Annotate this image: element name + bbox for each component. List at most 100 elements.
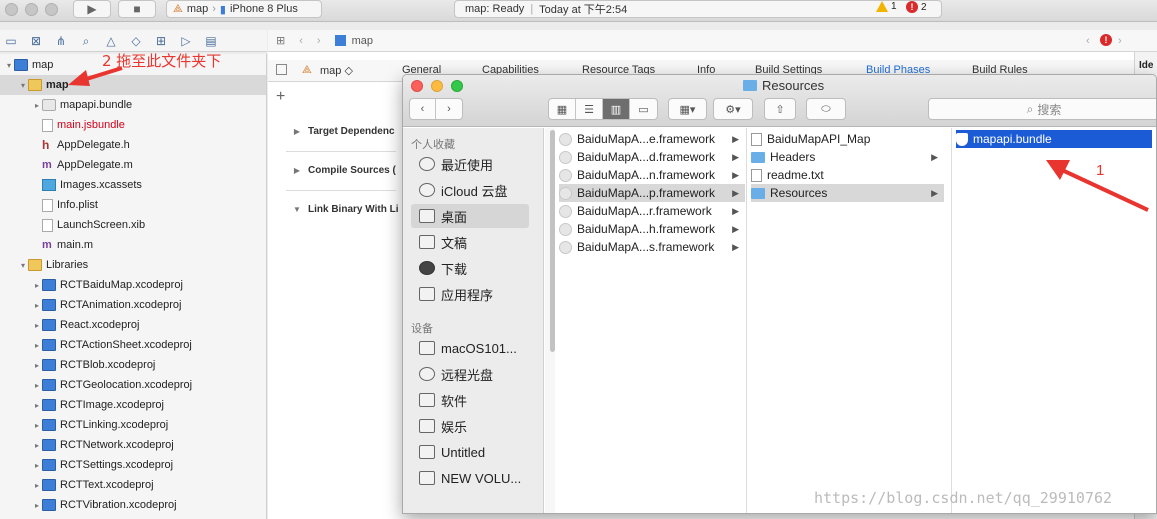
- finder-close-button[interactable]: [411, 80, 423, 92]
- navigator-item[interactable]: ▾ Libraries: [0, 255, 266, 275]
- navigator-item[interactable]: m main.m: [0, 235, 266, 255]
- navigator-item[interactable]: ▸ mapapi.bundle: [0, 95, 266, 115]
- finder-column-item[interactable]: BaiduMapA...r.framework ▶: [559, 202, 745, 220]
- disclosure-icon[interactable]: ▸: [32, 441, 42, 450]
- action-button[interactable]: ⚙▾: [713, 98, 753, 120]
- scheme-selector[interactable]: ⟁ map › ▮ iPhone 8 Plus: [166, 0, 322, 18]
- disclosure-icon[interactable]: ▸: [32, 401, 42, 410]
- disclosure-icon[interactable]: ▸: [32, 501, 42, 510]
- navigator-item[interactable]: ▸ RCTActionSheet.xcodeproj: [0, 335, 266, 355]
- navigator-item[interactable]: ▸ RCTVibration.xcodeproj: [0, 495, 266, 515]
- navigator-item[interactable]: ▸ RCTBlob.xcodeproj: [0, 355, 266, 375]
- column-view-button[interactable]: ▥: [603, 99, 630, 119]
- disclosure-icon[interactable]: ▾: [4, 61, 14, 70]
- folder-icon[interactable]: ▭: [4, 34, 18, 48]
- navigator-item[interactable]: ▸ RCTNetwork.xcodeproj: [0, 435, 266, 455]
- source-control-icon[interactable]: ⊠: [29, 34, 43, 48]
- issue-icon[interactable]: △: [104, 34, 118, 48]
- finder-zoom-button[interactable]: [451, 80, 463, 92]
- sidebar-item-device[interactable]: 软件: [411, 388, 529, 412]
- target-selector[interactable]: map ◇: [320, 64, 353, 77]
- finder-column-item[interactable]: BaiduMapA...h.framework ▶: [559, 220, 745, 238]
- jump-bar-project[interactable]: map: [352, 35, 373, 47]
- finder-minimize-button[interactable]: [431, 80, 443, 92]
- disclosure-icon[interactable]: ▸: [32, 341, 42, 350]
- debug-icon[interactable]: ⊞: [154, 34, 168, 48]
- sidebar-item-favorite[interactable]: 下载: [411, 256, 529, 280]
- stop-button[interactable]: ■: [118, 0, 156, 18]
- forward-icon[interactable]: ›: [317, 35, 321, 47]
- finder-column-item[interactable]: BaiduMapA...n.framework ▶: [559, 166, 745, 184]
- hierarchy-icon[interactable]: ⋔: [54, 34, 68, 48]
- sidebar-item-device[interactable]: NEW VOLU...: [411, 466, 529, 490]
- sidebar-item-device[interactable]: 远程光盘: [411, 362, 529, 386]
- sidebar-item-device[interactable]: 娱乐: [411, 414, 529, 438]
- group-button[interactable]: ▦▾: [668, 98, 707, 120]
- search-icon[interactable]: ⌕: [79, 34, 93, 48]
- grid-icon[interactable]: ⊞: [276, 34, 285, 47]
- test-icon[interactable]: ◇: [129, 34, 143, 48]
- navigator-item[interactable]: ▸ RCTAnimation.xcodeproj: [0, 295, 266, 315]
- sidebar-item-device[interactable]: macOS101...: [411, 336, 529, 360]
- disclosure-icon[interactable]: ▸: [32, 361, 42, 370]
- gallery-view-button[interactable]: ▭: [630, 99, 657, 119]
- navigator-item[interactable]: LaunchScreen.xib: [0, 215, 266, 235]
- disclosure-icon[interactable]: ▸: [32, 381, 42, 390]
- error-icon[interactable]: !: [1100, 34, 1112, 46]
- sidebar-item-favorite[interactable]: 文稿: [411, 230, 529, 254]
- disclosure-icon[interactable]: ▸: [32, 321, 42, 330]
- search-field[interactable]: ⌕ 搜索: [928, 98, 1156, 120]
- finder-column-item[interactable]: Headers ▶: [751, 148, 944, 166]
- navigator-item[interactable]: ▸ RCTLinking.xcodeproj: [0, 415, 266, 435]
- disclosure-icon[interactable]: ▾: [18, 81, 28, 90]
- sidebar-item-favorite[interactable]: 最近使用: [411, 152, 529, 176]
- minimize-window-button[interactable]: [25, 3, 38, 16]
- warnings-indicator[interactable]: 1: [876, 1, 897, 12]
- finder-column-item[interactable]: BaiduMapA...p.framework ▶: [559, 184, 745, 202]
- finder-column-item[interactable]: BaiduMapA...d.framework ▶: [559, 148, 745, 166]
- navigator-item[interactable]: h AppDelegate.h: [0, 135, 266, 155]
- previous-issue-icon[interactable]: ‹: [1086, 35, 1090, 47]
- navigator-item[interactable]: ▸ RCTImage.xcodeproj: [0, 395, 266, 415]
- sidebar-toggle-icon[interactable]: [276, 64, 287, 75]
- sidebar-item-favorite[interactable]: 应用程序: [411, 282, 529, 306]
- navigator-item[interactable]: main.jsbundle: [0, 115, 266, 135]
- navigator-item[interactable]: ▾ map: [0, 75, 266, 95]
- list-view-button[interactable]: ☰: [576, 99, 603, 119]
- report-icon[interactable]: ▤: [204, 34, 218, 48]
- disclosure-icon[interactable]: ▸: [32, 301, 42, 310]
- run-button[interactable]: ▶: [73, 0, 111, 18]
- phase-target-dependencies[interactable]: ▶ Target Dependenc: [292, 126, 395, 137]
- back-button[interactable]: ‹: [410, 99, 437, 119]
- share-button[interactable]: ⇧: [764, 98, 796, 120]
- tags-button[interactable]: ⬭: [806, 98, 846, 120]
- sidebar-item-device[interactable]: Untitled: [411, 440, 529, 464]
- navigator-item[interactable]: ▸ RCTText.xcodeproj: [0, 475, 266, 495]
- add-icon[interactable]: +: [276, 88, 285, 106]
- zoom-window-button[interactable]: [45, 3, 58, 16]
- disclosure-icon[interactable]: ▸: [32, 421, 42, 430]
- sidebar-item-favorite[interactable]: 桌面: [411, 204, 529, 228]
- navigator-item[interactable]: ▸ RCTSettings.xcodeproj: [0, 455, 266, 475]
- navigator-item[interactable]: ▸ RCTGeolocation.xcodeproj: [0, 375, 266, 395]
- phase-compile-sources[interactable]: ▶ Compile Sources (: [292, 165, 396, 176]
- navigator-item[interactable]: Info.plist: [0, 195, 266, 215]
- navigator-item[interactable]: Images.xcassets: [0, 175, 266, 195]
- close-window-button[interactable]: [5, 3, 18, 16]
- phase-link-binary[interactable]: ▼ Link Binary With Li: [292, 204, 398, 215]
- breakpoint-icon[interactable]: ▷: [179, 34, 193, 48]
- finder-column-item[interactable]: BaiduMapAPI_Map: [751, 130, 944, 148]
- icon-view-button[interactable]: ▦: [549, 99, 576, 119]
- back-icon[interactable]: ‹: [299, 35, 303, 47]
- finder-column-item[interactable]: BaiduMapA...e.framework ▶: [559, 130, 745, 148]
- disclosure-icon[interactable]: ▸: [32, 481, 42, 490]
- navigator-item[interactable]: m AppDelegate.m: [0, 155, 266, 175]
- disclosure-icon[interactable]: ▸: [32, 101, 42, 110]
- finder-column-item[interactable]: Resources ▶: [751, 184, 944, 202]
- navigator-item[interactable]: ▸ React.xcodeproj: [0, 315, 266, 335]
- navigator-item[interactable]: ▸ RCTBaiduMap.xcodeproj: [0, 275, 266, 295]
- disclosure-icon[interactable]: ▾: [18, 261, 28, 270]
- finder-column-item[interactable]: mapapi.bundle: [956, 130, 1152, 148]
- sidebar-item-favorite[interactable]: iCloud 云盘: [411, 178, 529, 202]
- finder-column-item[interactable]: readme.txt: [751, 166, 944, 184]
